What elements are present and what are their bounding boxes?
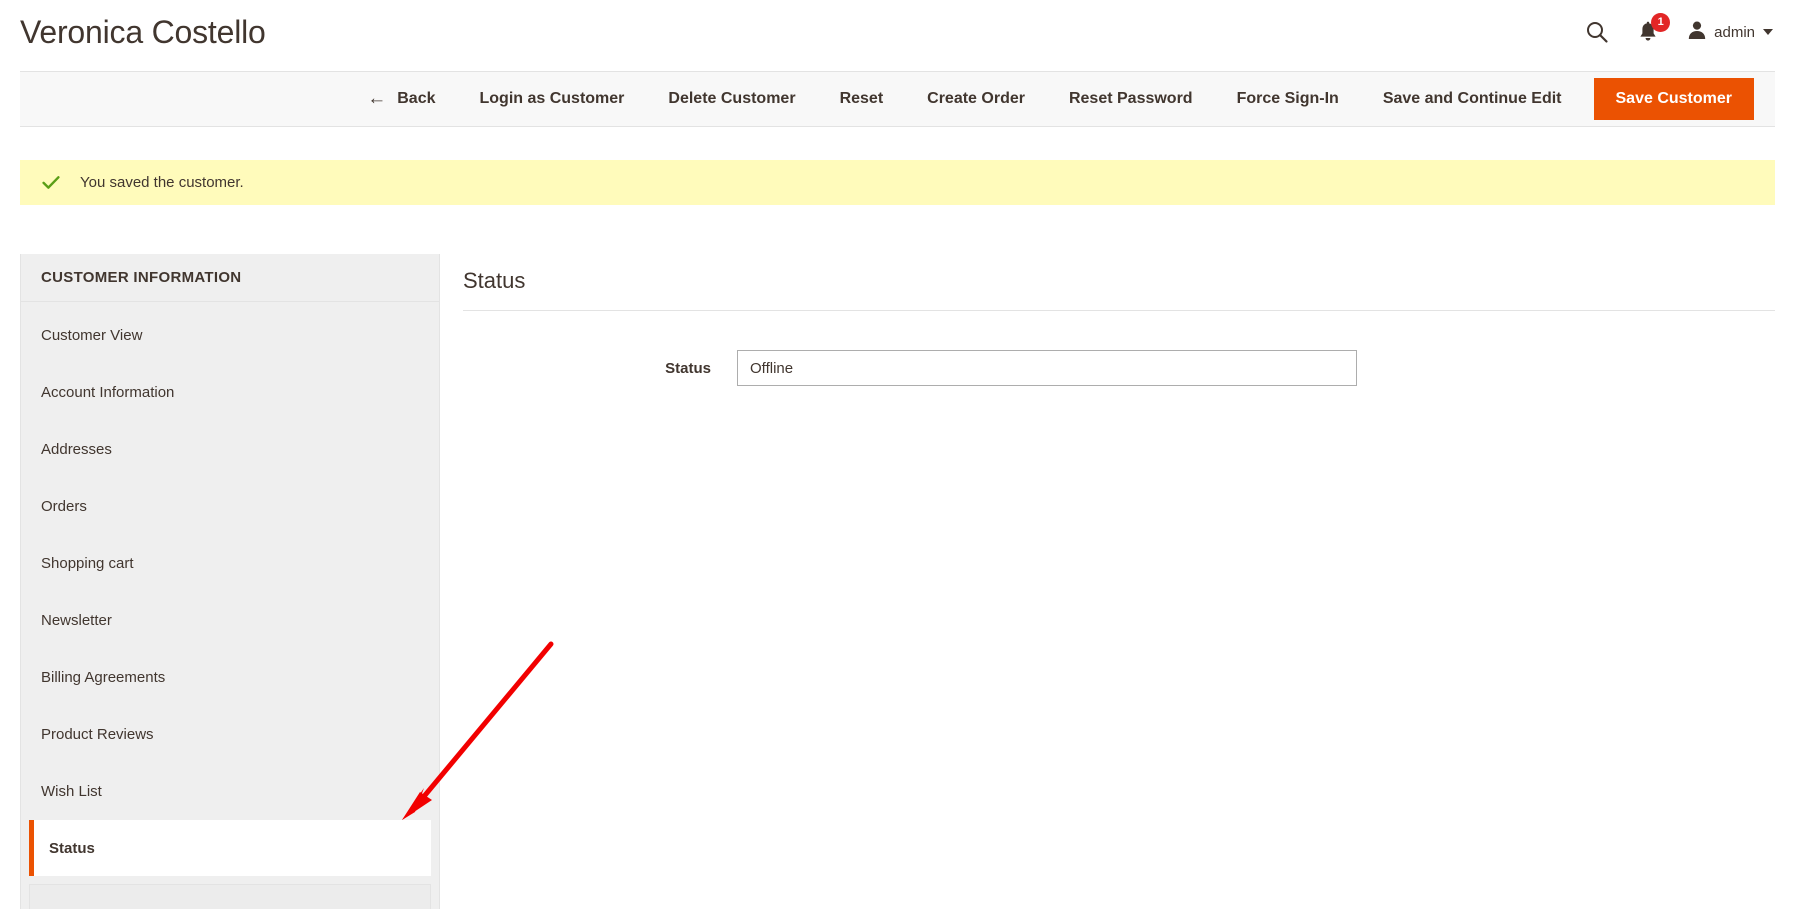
delete-customer-button[interactable]: Delete Customer: [646, 71, 817, 127]
check-icon: [42, 174, 60, 192]
sidebar-item-label: Wish List: [41, 783, 102, 800]
admin-username-label: admin: [1714, 23, 1755, 41]
back-button-label: Back: [397, 90, 436, 107]
sidebar-item-label: Billing Agreements: [41, 669, 166, 686]
sidebar-heading: CUSTOMER INFORMATION: [21, 254, 439, 302]
success-message-banner: You saved the customer.: [20, 160, 1775, 205]
page-title: Veronica Costello: [20, 14, 266, 50]
notification-count-badge: 1: [1651, 12, 1671, 32]
header-actions: 1 admin: [1585, 12, 1773, 45]
reset-button[interactable]: Reset: [818, 71, 906, 127]
sidebar-item-partial[interactable]: [29, 884, 431, 909]
page-actions-toolbar: ← Back Login as Customer Delete Customer…: [20, 71, 1775, 127]
sidebar-item-label: Orders: [41, 498, 87, 515]
search-icon[interactable]: [1585, 20, 1609, 44]
status-field-row: Status Offline: [463, 350, 1775, 386]
chevron-down-icon: [1763, 29, 1773, 35]
sidebar-item-label: Product Reviews: [41, 726, 154, 743]
section-title: Status: [463, 268, 526, 293]
page-header: Veronica Costello 1 admin: [0, 0, 1795, 64]
sidebar-item-list: Customer View Account Information Addres…: [21, 302, 439, 909]
force-sign-in-button[interactable]: Force Sign-In: [1215, 71, 1361, 127]
create-order-button[interactable]: Create Order: [905, 71, 1047, 127]
section-divider: [463, 310, 1775, 311]
sidebar-item-label: Status: [49, 839, 95, 857]
sidebar-item-orders[interactable]: Orders: [21, 478, 439, 535]
sidebar-item-status[interactable]: Status: [29, 820, 431, 876]
reset-password-button[interactable]: Reset Password: [1047, 71, 1215, 127]
user-avatar-icon: [1687, 20, 1707, 45]
sidebar-item-label: Newsletter: [41, 612, 112, 629]
sidebar-item-billing-agreements[interactable]: Billing Agreements: [21, 649, 439, 706]
save-and-continue-edit-button[interactable]: Save and Continue Edit: [1361, 71, 1584, 127]
sidebar-item-product-reviews[interactable]: Product Reviews: [21, 706, 439, 763]
sidebar-item-shopping-cart[interactable]: Shopping cart: [21, 535, 439, 592]
notifications-bell-icon[interactable]: 1: [1637, 12, 1671, 44]
sidebar-item-label: Account Information: [41, 384, 175, 401]
login-as-customer-button[interactable]: Login as Customer: [458, 71, 647, 127]
save-customer-button[interactable]: Save Customer: [1593, 78, 1754, 120]
sidebar-item-customer-view[interactable]: Customer View: [21, 307, 439, 364]
success-message-text: You saved the customer.: [80, 174, 244, 191]
sidebar-item-addresses[interactable]: Addresses: [21, 421, 439, 478]
sidebar-item-wish-list[interactable]: Wish List: [21, 763, 439, 820]
main-content: Status Status Offline: [463, 254, 1775, 386]
status-field-value[interactable]: Offline: [737, 350, 1357, 386]
sidebar-item-account-information[interactable]: Account Information: [21, 364, 439, 421]
customer-information-sidebar: CUSTOMER INFORMATION Customer View Accou…: [20, 254, 440, 909]
sidebar-item-label: Customer View: [41, 327, 143, 344]
sidebar-item-label: Addresses: [41, 441, 112, 458]
status-field-label: Status: [665, 359, 711, 377]
admin-user-menu[interactable]: admin: [1687, 20, 1773, 45]
sidebar-item-label: Shopping cart: [41, 555, 134, 572]
magento-admin-customer-edit-page: Veronica Costello 1 admin ← Back Login a…: [0, 0, 1795, 909]
sidebar-item-newsletter[interactable]: Newsletter: [21, 592, 439, 649]
back-button[interactable]: ← Back: [339, 71, 457, 127]
arrow-left-icon: ←: [367, 87, 387, 109]
